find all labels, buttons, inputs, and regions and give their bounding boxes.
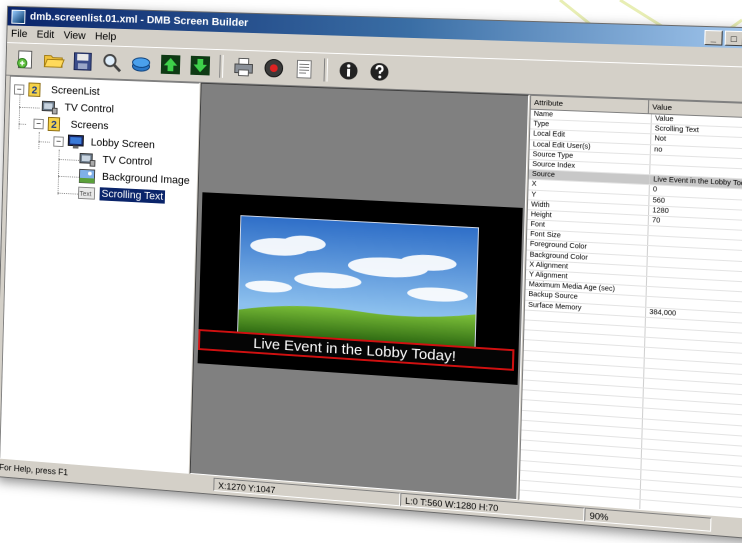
save-button[interactable] <box>69 48 95 74</box>
notes-button[interactable] <box>290 56 317 83</box>
tree-label-lobby-tv-control: TV Control <box>102 154 153 169</box>
publish-icon <box>129 52 152 75</box>
menu-edit[interactable]: Edit <box>36 29 54 41</box>
info-icon <box>338 61 358 80</box>
tree-label-scrolling-text: Scrolling Text <box>99 187 166 204</box>
new-button[interactable] <box>12 46 38 72</box>
minimize-button[interactable]: _ <box>704 29 723 46</box>
tree-label-screens: Screens <box>70 119 109 133</box>
record-icon <box>261 56 285 80</box>
maximize-button[interactable]: □ <box>724 30 742 47</box>
lobby-screen-preview[interactable]: Live Event in the Lobby Today! <box>197 192 523 385</box>
collapse-toggle[interactable]: − <box>33 118 44 129</box>
move-up-icon <box>160 54 180 75</box>
screen-tree: − 2 ScreenList TV Control − 2 Screens − … <box>0 75 200 474</box>
screens-icon: 2 <box>47 116 60 131</box>
record-button[interactable] <box>260 55 287 82</box>
zoom-icon <box>100 51 123 74</box>
tree-label-screenlist: ScreenList <box>50 84 100 98</box>
help-icon <box>369 60 389 81</box>
open-folder-icon <box>42 54 64 68</box>
tree-item-scrolling-text[interactable]: Text Scrolling Text <box>78 184 166 205</box>
svg-text:2: 2 <box>31 85 37 96</box>
sky-landscape-image <box>238 216 479 348</box>
tv-control-icon <box>41 100 58 114</box>
svg-text:2: 2 <box>51 120 57 131</box>
toolbar-separator <box>219 54 224 78</box>
screenlist-icon: 2 <box>28 82 41 97</box>
app-window: dmb.screenlist.01.xml - DMB Screen Build… <box>0 5 742 540</box>
move-up-button[interactable] <box>157 51 183 77</box>
background-image-element[interactable] <box>237 215 480 349</box>
move-down-icon <box>189 55 210 76</box>
tree-label-lobby-screen: Lobby Screen <box>90 136 155 152</box>
collapse-toggle[interactable]: − <box>53 135 64 147</box>
help-button[interactable] <box>365 58 393 85</box>
menu-view[interactable]: View <box>63 30 85 42</box>
image-icon <box>78 168 95 184</box>
tv-control-icon <box>79 151 96 167</box>
notes-icon <box>292 57 316 81</box>
tree-item-screens[interactable]: − 2 Screens <box>33 115 110 135</box>
info-button[interactable] <box>334 57 362 84</box>
tree-item-screenlist[interactable]: − 2 ScreenList <box>13 81 102 101</box>
print-button[interactable] <box>230 54 257 81</box>
screen-canvas[interactable]: Live Event in the Lobby Today! <box>189 82 530 501</box>
property-rows: Name Value Type Scrolling Text Local Edit Not… <box>519 109 742 519</box>
print-icon <box>231 55 255 79</box>
menu-file[interactable]: File <box>11 28 28 40</box>
collapse-toggle[interactable]: − <box>13 83 25 95</box>
properties-grid: Attribute Value Name Value Type Scrolling T… <box>518 94 742 519</box>
text-icon-label: Text <box>79 191 91 199</box>
monitor-icon <box>67 134 84 149</box>
toolbar-separator <box>323 58 329 82</box>
move-down-button[interactable] <box>186 52 213 79</box>
open-button[interactable] <box>40 47 66 73</box>
menu-help[interactable]: Help <box>95 31 117 43</box>
tree-label-tv-control: TV Control <box>64 102 115 116</box>
publish-button[interactable] <box>127 50 153 76</box>
text-icon: Text <box>78 185 95 201</box>
zoom-button[interactable] <box>98 49 124 75</box>
new-icon <box>16 50 32 69</box>
app-icon <box>11 9 26 24</box>
save-icon <box>72 51 91 70</box>
